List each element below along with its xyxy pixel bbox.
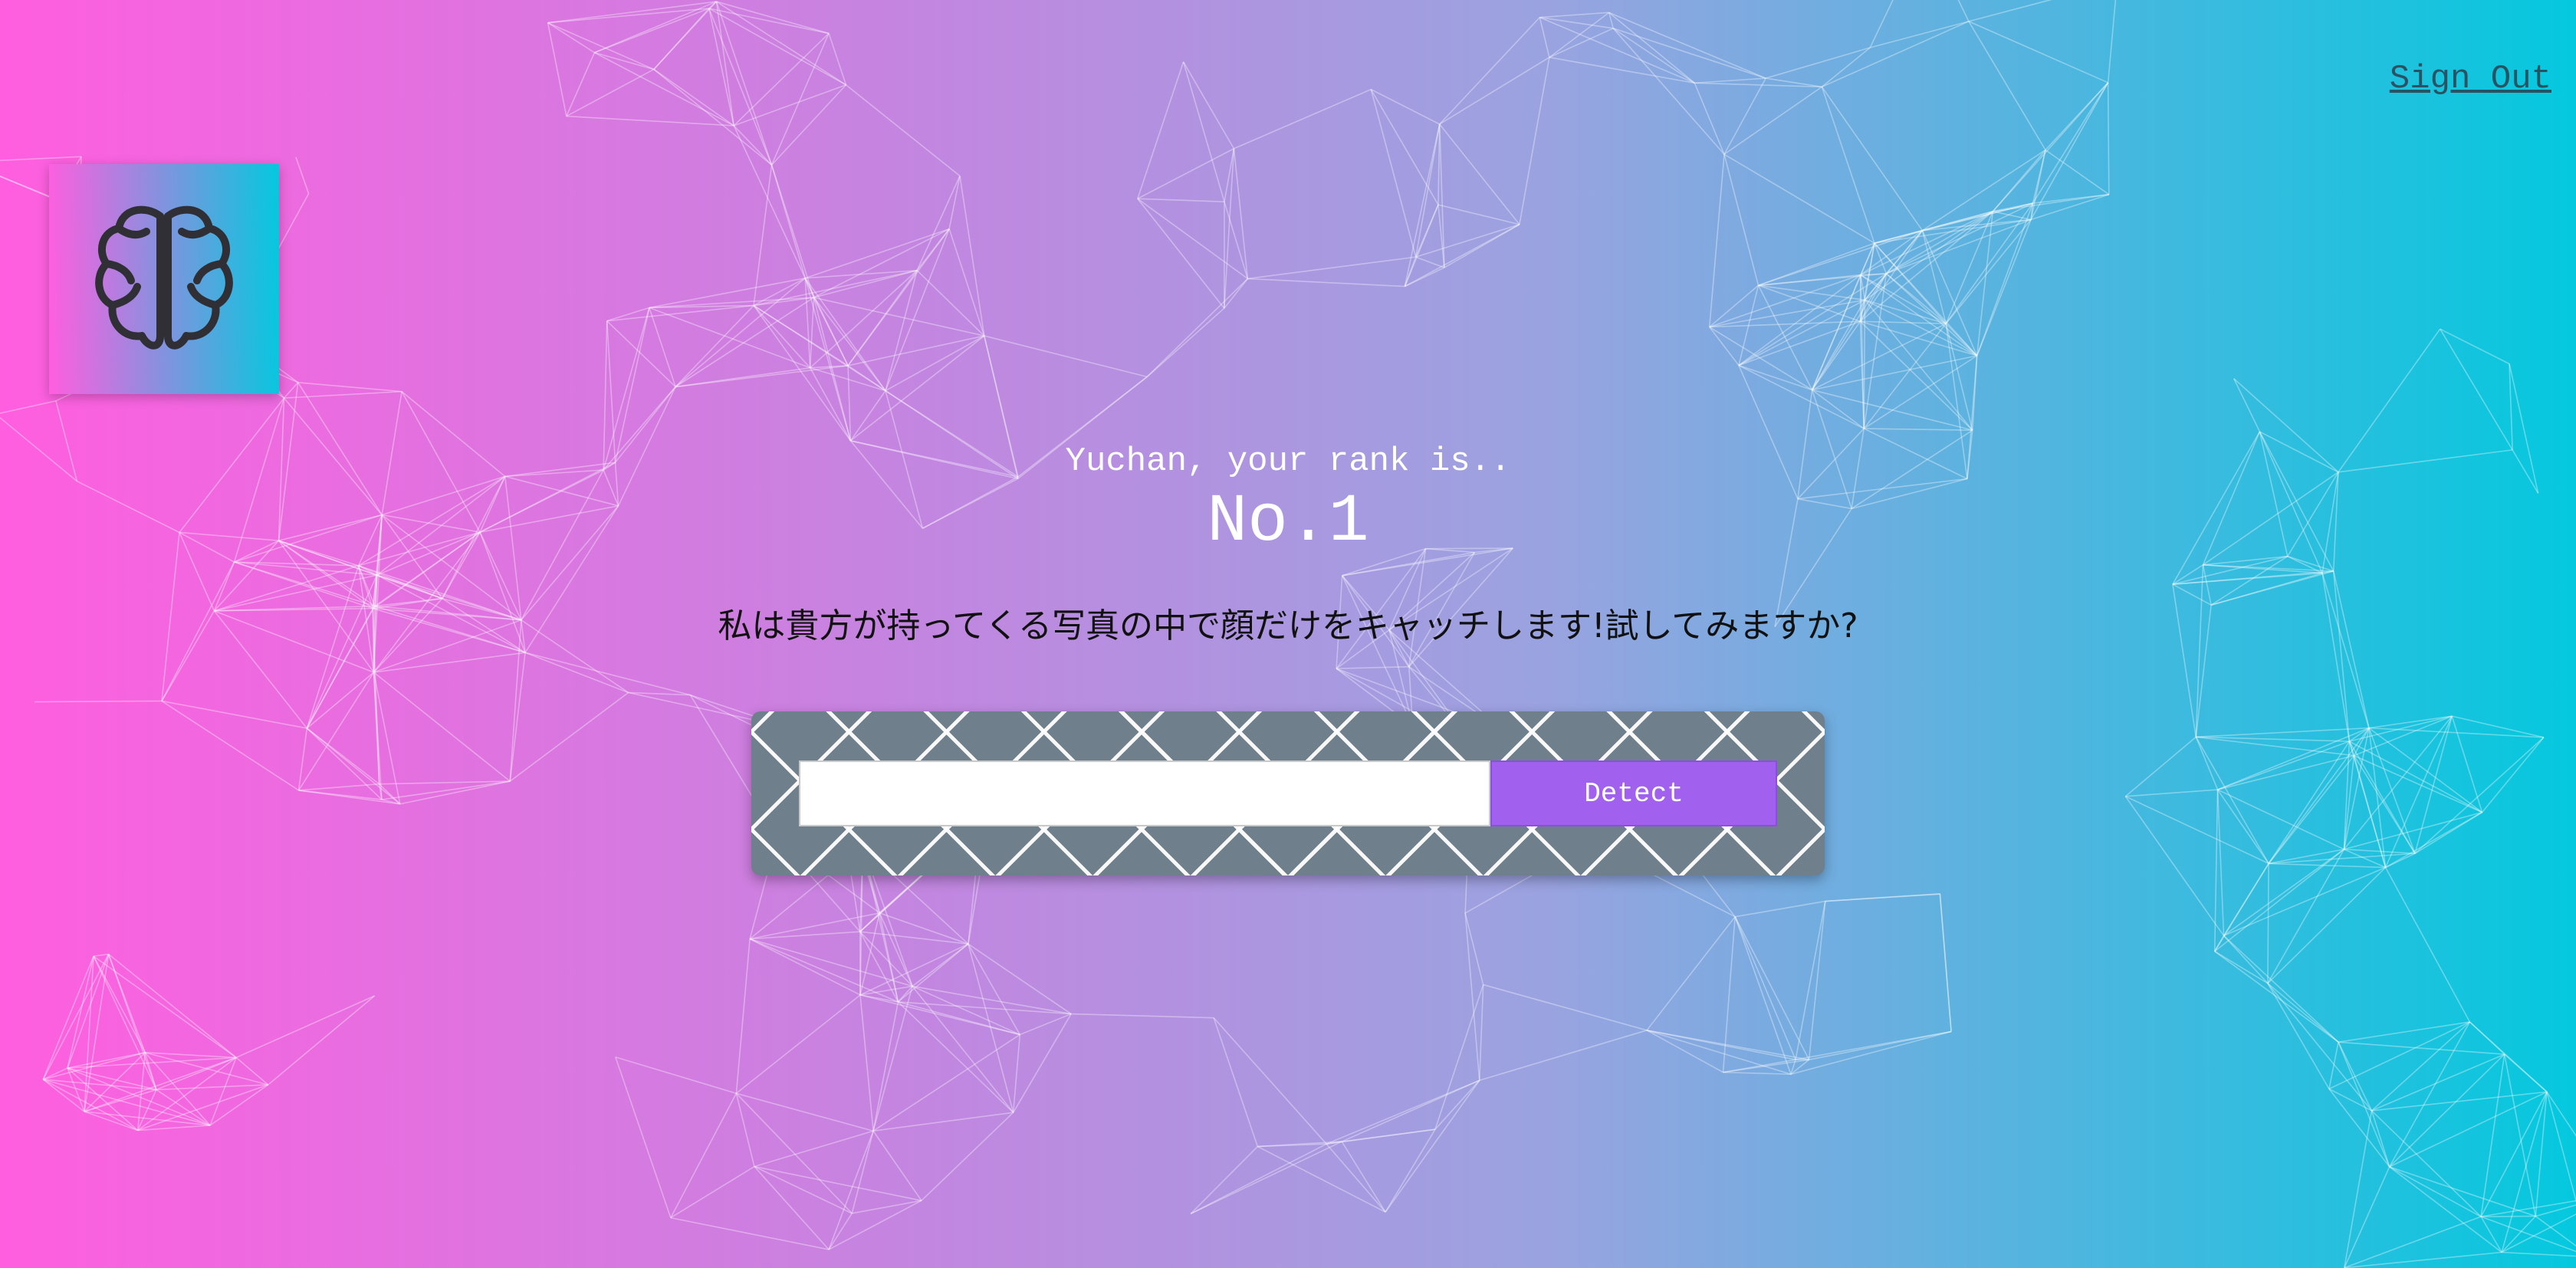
image-url-input[interactable] <box>799 760 1490 826</box>
rank-number: No.1 <box>1207 485 1369 560</box>
intro-text: 私は貴方が持ってくる写真の中で顔だけをキャッチします!試してみますか? <box>718 606 1858 645</box>
rank-greeting: Yuchan, your rank is.. <box>1065 442 1511 481</box>
sign-out-link[interactable]: Sign Out <box>2390 60 2551 98</box>
detect-button[interactable]: Detect <box>1490 760 1777 826</box>
image-link-form: Detect <box>751 711 1825 875</box>
brain-logo <box>49 164 279 394</box>
rank-display: Yuchan, your rank is.. No.1 <box>0 439 2576 561</box>
brain-icon <box>91 201 237 358</box>
